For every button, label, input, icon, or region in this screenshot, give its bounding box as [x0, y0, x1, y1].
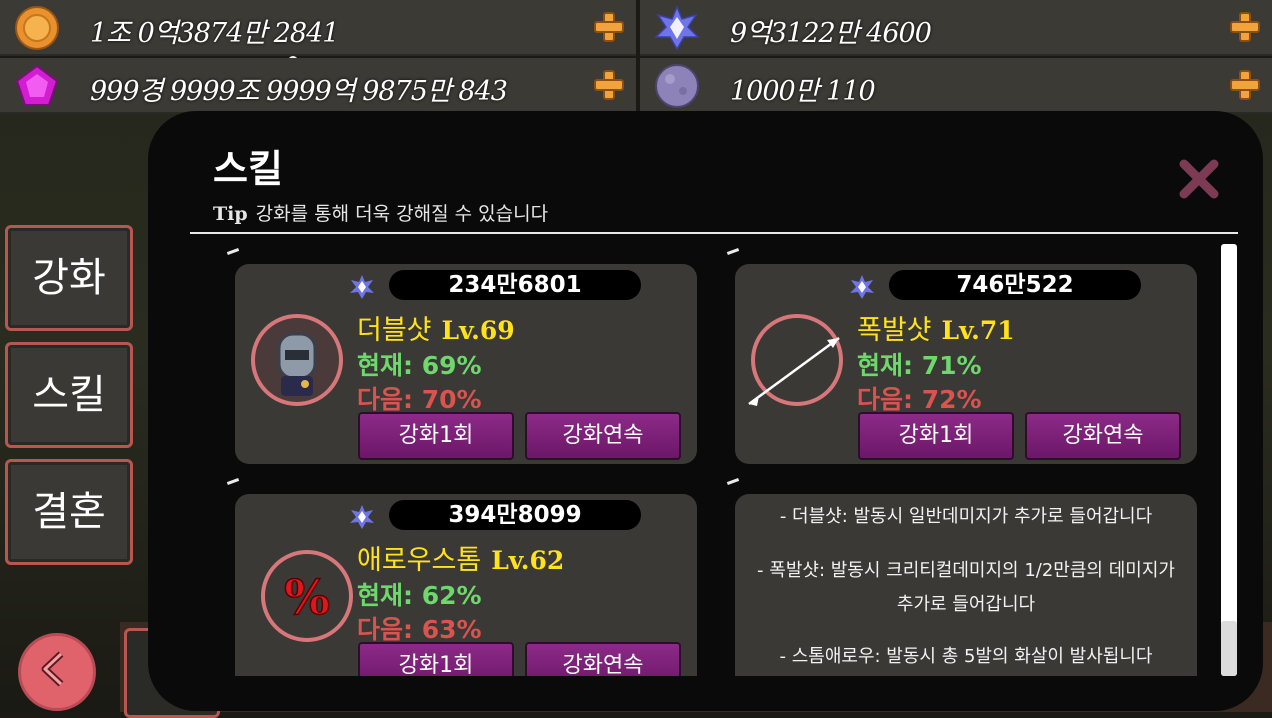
decor-tick: [226, 478, 240, 485]
skill-name-line: 더블샷 Lv.69: [357, 308, 515, 347]
panel-tip: Tip 강화를 통해 더욱 강해질 수 있습니다: [213, 199, 548, 226]
star-crystal-icon: [850, 275, 874, 299]
decor-tick: [726, 248, 740, 255]
upgrade-once-button[interactable]: 강화1회: [358, 642, 514, 676]
panel-divider: [190, 232, 1238, 234]
upgrade-repeat-button[interactable]: 강화연속: [525, 412, 681, 460]
back-arrow-icon: [41, 651, 64, 687]
description-line: - 스톰애로우: 발동시 총 5발의 화살이 발사됩니다: [779, 646, 1153, 667]
skill-card-arrow-storm: 394만8099 % 애로우스톰 Lv.62 현재: 62% 다음: 63% 강화…: [235, 494, 697, 676]
currency-gold: 1조 0억3874만 2841: [0, 0, 636, 56]
decor-tick: [226, 248, 240, 255]
description-line: - 폭발샷: 발동시 크리티컬데미지의 1/2만큼의 데미지가: [757, 560, 1175, 581]
decor-tick: [726, 478, 740, 485]
skill-card-explosive-shot: 746만522 폭발샷 Lv.71 현재: 71% 다음: 72% 강화1회 강화…: [735, 264, 1197, 464]
star-crystal-icon: [654, 5, 700, 51]
arrow-icon: [748, 314, 843, 406]
description-line: 추가로 들어갑니다: [896, 594, 1036, 615]
description-line: - 더블샷: 발동시 일반데미지가 추가로 들어갑니다: [779, 506, 1153, 527]
moon-orb-icon: [655, 64, 699, 108]
star-crystal-icon: [350, 275, 374, 299]
side-menu-marriage[interactable]: 결혼: [5, 459, 133, 565]
upgrade-repeat-button[interactable]: 강화연속: [1025, 412, 1181, 460]
skill-level: Lv.71: [941, 316, 1015, 345]
skill-name-line: 애로우스톰 Lv.62: [357, 538, 564, 577]
skill-next: 다음: 72%: [857, 385, 982, 414]
currency-gem: 999경 9999조 9999억 9875만 843: [0, 58, 636, 114]
svg-text:%: %: [284, 570, 330, 626]
skill-list[interactable]: 234만6801 더블샷 Lv.69 현재: 69% 다음: 70% 강화1회 강…: [201, 244, 1237, 676]
skill-current: 현재: 71%: [857, 351, 982, 380]
knight-helmet-icon: [251, 314, 343, 406]
add-gold-button[interactable]: [594, 12, 624, 42]
upgrade-repeat-button[interactable]: 강화연속: [525, 642, 681, 676]
skill-next: 다음: 63%: [357, 615, 482, 644]
skill-level: Lv.69: [441, 316, 515, 345]
skill-level: Lv.62: [491, 546, 565, 575]
scrollbar-thumb[interactable]: [1221, 621, 1237, 676]
skill-description-card: - 더블샷: 발동시 일반데미지가 추가로 들어갑니다 - 폭발샷: 발동시 크…: [735, 494, 1197, 676]
skill-name: 더블샷: [357, 315, 432, 346]
tip-label: Tip: [213, 203, 248, 225]
star-crystal-icon: [350, 505, 374, 529]
skill-cost: 394만8099: [389, 500, 641, 530]
panel-title: 스킬: [213, 147, 283, 191]
currency-moon: 1000만 110: [640, 58, 1272, 114]
skill-cost: 746만522: [889, 270, 1141, 300]
close-icon[interactable]: [1176, 156, 1222, 202]
add-crystal-button[interactable]: [1230, 12, 1260, 42]
skill-current: 현재: 69%: [357, 351, 482, 380]
upgrade-once-button[interactable]: 강화1회: [358, 412, 514, 460]
back-button[interactable]: [18, 633, 96, 711]
skill-cost: 234만6801: [389, 270, 641, 300]
skill-name: 애로우스톰: [357, 545, 482, 576]
pink-gem-icon: [15, 64, 59, 106]
skill-current: 현재: 62%: [357, 581, 482, 610]
gold-coin-icon: [15, 6, 59, 50]
skill-next: 다음: 70%: [357, 385, 482, 414]
upgrade-once-button[interactable]: 강화1회: [858, 412, 1014, 460]
skill-name: 폭발샷: [857, 315, 932, 346]
percent-icon: %: [261, 550, 353, 642]
add-gem-button[interactable]: [594, 70, 624, 100]
crystal-amount: 9억3122만 4600: [730, 18, 932, 49]
moon-amount: 1000만 110: [730, 76, 876, 107]
scrollbar[interactable]: [1221, 244, 1237, 676]
tip-text: 강화를 통해 더욱 강해질 수 있습니다: [255, 203, 549, 225]
add-moon-button[interactable]: [1230, 70, 1260, 100]
skill-card-double-shot: 234만6801 더블샷 Lv.69 현재: 69% 다음: 70% 강화1회 강…: [235, 264, 697, 464]
gold-amount: 1조 0억3874만 2841: [90, 18, 339, 49]
skill-name-line: 폭발샷 Lv.71: [857, 308, 1015, 347]
side-menu-upgrade[interactable]: 강화: [5, 225, 133, 331]
currency-crystal: 9억3122만 4600: [640, 0, 1272, 56]
gem-amount: 999경 9999조 9999억 9875만 843: [90, 76, 508, 107]
side-menu-skill[interactable]: 스킬: [5, 342, 133, 448]
